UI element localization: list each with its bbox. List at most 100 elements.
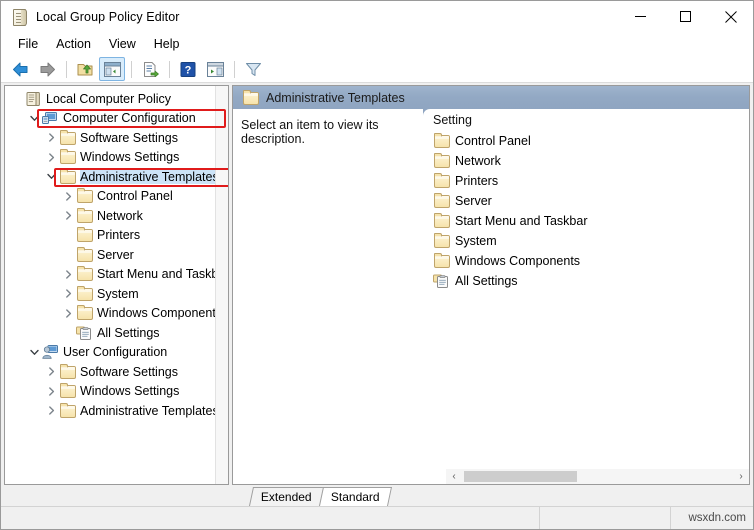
folder-icon <box>59 383 76 399</box>
chevron-right-icon[interactable] <box>60 266 76 282</box>
tree-item-administrative-templates[interactable]: Administrative Templates <box>5 401 216 421</box>
settings-list-item-label: Network <box>455 154 501 168</box>
computer-icon <box>42 110 59 126</box>
policy-tree[interactable]: Local Computer Policy Computer Configurat… <box>5 86 216 484</box>
tree-item-all-settings[interactable]: All Settings <box>5 323 216 343</box>
tab-standard[interactable]: Standard <box>318 487 392 506</box>
scroll-right-arrow-icon[interactable]: › <box>733 469 749 484</box>
tree-item-windows-components[interactable]: Windows Components <box>5 304 216 324</box>
tree-item-label: Local Computer Policy <box>46 91 172 106</box>
folder-icon <box>242 89 259 106</box>
chevron-right-icon[interactable] <box>60 305 76 321</box>
chevron-down-icon[interactable] <box>43 169 59 185</box>
menu-action[interactable]: Action <box>47 34 100 54</box>
filter-icon[interactable] <box>240 57 266 81</box>
chevron-down-icon[interactable] <box>26 110 42 126</box>
toolbar: ? <box>1 56 753 83</box>
folder-icon <box>76 207 93 224</box>
tree-item-software-settings[interactable]: Software Settings <box>5 128 216 148</box>
folder-icon <box>59 363 76 380</box>
settings-list-item[interactable]: System <box>433 231 749 251</box>
tree-item-label: System <box>97 286 139 301</box>
tree-item-software-settings[interactable]: Software Settings <box>5 362 216 382</box>
settings-list-item[interactable]: Printers <box>433 171 749 191</box>
settings-list-item-label: Start Menu and Taskbar <box>455 214 588 228</box>
folder-icon <box>59 129 76 146</box>
show-hide-console-tree-icon[interactable] <box>99 57 125 81</box>
settings-list-item[interactable]: All Settings <box>433 271 749 291</box>
window-title: Local Group Policy Editor <box>36 9 180 24</box>
description-text: Select an item to view its description. <box>241 118 379 146</box>
close-button[interactable] <box>708 1 753 32</box>
export-list-icon[interactable] <box>137 57 163 81</box>
settings-list-item[interactable]: Control Panel <box>433 131 749 151</box>
scrollbar-thumb[interactable] <box>464 471 577 482</box>
tree-item-server[interactable]: Server <box>5 245 216 265</box>
back-icon[interactable] <box>7 57 33 81</box>
chevron-right-icon[interactable] <box>60 208 76 224</box>
settings-list[interactable]: Control Panel Network Printers Server Start … <box>423 131 749 469</box>
menu-help[interactable]: Help <box>145 34 189 54</box>
forward-icon[interactable] <box>34 57 60 81</box>
maximize-button[interactable] <box>663 1 708 32</box>
folder-icon <box>76 246 93 263</box>
details-header-title: Administrative Templates <box>266 90 405 105</box>
folder-icon <box>76 266 93 282</box>
tree-item-windows-settings[interactable]: Windows Settings <box>5 148 216 168</box>
settings-list-panel: Setting Control Panel Network Printers Serv… <box>423 109 749 469</box>
chevron-down-icon[interactable] <box>26 344 42 360</box>
menu-file[interactable]: File <box>9 34 47 54</box>
folder-icon <box>76 305 93 321</box>
tree-item-system[interactable]: System <box>5 284 216 304</box>
scrollbar-spacer <box>233 469 446 484</box>
chevron-right-icon[interactable] <box>43 364 59 380</box>
horizontal-scrollbar[interactable]: ‹ › <box>446 469 749 484</box>
status-cell-1 <box>1 507 540 529</box>
tree-item-computer-configuration[interactable]: Computer Configuration <box>5 109 216 129</box>
help-icon[interactable]: ? <box>175 57 201 81</box>
tree-item-user-configuration[interactable]: User Configuration <box>5 343 216 363</box>
chevron-right-icon[interactable] <box>60 286 76 302</box>
tab-extended[interactable]: Extended <box>248 487 324 506</box>
settings-list-item[interactable]: Network <box>433 151 749 171</box>
tree-item-windows-settings[interactable]: Windows Settings <box>5 382 216 402</box>
chevron-right-icon[interactable] <box>43 383 59 399</box>
tree-item-printers[interactable]: Printers <box>5 226 216 246</box>
settings-list-item[interactable]: Server <box>433 191 749 211</box>
settings-list-item[interactable]: Windows Components <box>433 251 749 271</box>
details-pane: Administrative Templates Select an item … <box>232 85 750 485</box>
tree-item-local-computer-policy[interactable]: Local Computer Policy <box>5 89 216 109</box>
scrollbar-rail[interactable] <box>462 469 733 484</box>
policy-scroll-icon <box>25 91 42 107</box>
status-bar: wsxdn.com <box>1 506 753 529</box>
chevron-right-icon[interactable] <box>43 403 59 419</box>
folder-icon <box>76 227 93 243</box>
column-header-setting[interactable]: Setting <box>423 109 749 131</box>
tree-item-administrative-templates[interactable]: Administrative Templates <box>5 167 216 187</box>
details-header: Administrative Templates <box>233 86 749 109</box>
svg-text:?: ? <box>185 64 192 76</box>
tree-item-network[interactable]: Network <box>5 206 216 226</box>
details-content: Select an item to view its description. … <box>233 109 749 469</box>
chevron-right-icon[interactable] <box>60 188 76 204</box>
menu-bar: File Action View Help <box>1 32 753 56</box>
show-action-pane-icon[interactable] <box>202 57 228 81</box>
up-one-level-icon[interactable] <box>72 57 98 81</box>
tree-vertical-scrollbar[interactable] <box>215 86 228 484</box>
tree-item-control-panel[interactable]: Control Panel <box>5 187 216 207</box>
tree-item-label: Administrative Templates <box>80 403 216 418</box>
menu-view[interactable]: View <box>100 34 145 54</box>
folder-icon <box>59 168 76 185</box>
scroll-left-arrow-icon[interactable]: ‹ <box>446 469 462 484</box>
chevron-right-icon[interactable] <box>43 130 59 146</box>
chevron-right-icon[interactable] <box>43 149 59 165</box>
details-horizontal-scrollbar-row: ‹ › <box>233 469 749 484</box>
view-tab-strip: Extended Standard <box>1 487 753 506</box>
settings-list-item[interactable]: Start Menu and Taskbar <box>433 211 749 231</box>
all-settings-icon <box>76 325 93 341</box>
tree-item-label: Computer Configuration <box>63 111 196 126</box>
minimize-button[interactable] <box>618 1 663 32</box>
tree-item-start-menu-and-taskbar[interactable]: Start Menu and Taskbar <box>5 265 216 285</box>
tree-item-label: Windows Components <box>97 306 216 321</box>
